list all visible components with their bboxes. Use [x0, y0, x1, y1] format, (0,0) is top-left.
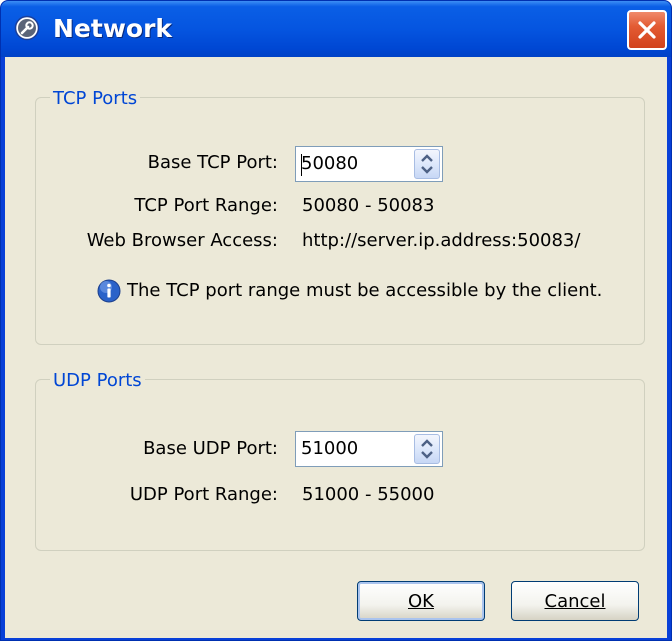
udp-port-range-label: UDP Port Range: — [129, 484, 278, 505]
wrench-icon — [14, 15, 40, 41]
tcp-range-note: The TCP port range must be accessible by… — [127, 280, 603, 301]
base-tcp-port-label: Base TCP Port: — [147, 152, 278, 173]
close-icon — [638, 21, 656, 39]
base-tcp-port-spinner[interactable]: 50080 — [295, 146, 443, 182]
base-tcp-port-value: 50080 — [301, 153, 359, 174]
dialog-body: TCP Ports Base TCP Port: 50080 TCP Port … — [5, 57, 667, 638]
web-browser-access-label: Web Browser Access: — [86, 230, 278, 251]
tcp-ports-group — [35, 97, 645, 345]
base-udp-port-spin-button[interactable] — [414, 434, 440, 464]
tcp-port-range-value: 50080 - 50083 — [302, 195, 435, 216]
cancel-button[interactable]: Cancel — [511, 581, 639, 621]
info-icon — [97, 279, 121, 303]
base-udp-port-label: Base UDP Port: — [143, 438, 278, 459]
ok-button-label: OK — [408, 590, 434, 612]
title-bar[interactable]: Network — [1, 1, 671, 57]
tcp-port-range-label: TCP Port Range: — [134, 195, 278, 216]
udp-ports-legend: UDP Ports — [50, 369, 145, 393]
base-udp-port-value: 51000 — [301, 438, 359, 459]
ok-button[interactable]: OK — [357, 581, 485, 621]
base-tcp-port-spin-button[interactable] — [414, 149, 440, 179]
base-udp-port-spinner[interactable]: 51000 — [295, 431, 443, 467]
udp-port-range-value: 51000 - 55000 — [302, 484, 435, 505]
network-dialog: Network TCP Ports Base TCP Port: 50080 T… — [0, 0, 672, 641]
window-title: Network — [53, 14, 173, 43]
cancel-button-label: Cancel — [544, 590, 606, 612]
tcp-ports-legend: TCP Ports — [50, 87, 141, 111]
spinner-arrows-icon — [421, 154, 433, 174]
close-button[interactable] — [627, 10, 667, 50]
spinner-arrows-icon — [421, 439, 433, 459]
web-browser-access-value: http://server.ip.address:50083/ — [302, 230, 581, 251]
